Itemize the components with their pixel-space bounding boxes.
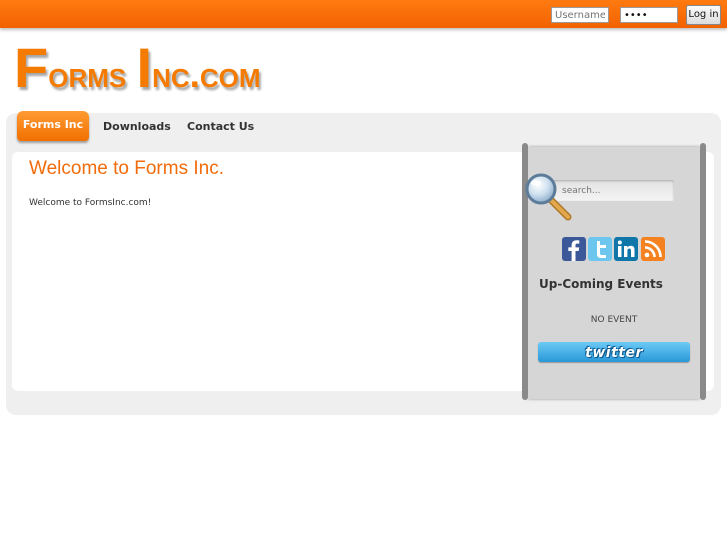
sidebar-rod-right [700,143,706,400]
login-button[interactable]: Log in [686,5,721,25]
linkedin-icon[interactable] [614,237,638,261]
facebook-icon[interactable] [562,237,586,261]
tab-forms-inc[interactable]: Forms Inc [17,111,89,141]
tab-downloads[interactable]: Downloads [103,117,171,137]
username-input[interactable] [551,7,609,23]
logo-text-forms: orms [48,54,137,95]
top-login-bar [0,0,727,28]
twitter-icon[interactable] [588,237,612,261]
events-heading: Up-Coming Events [539,277,663,291]
no-event-text: NO EVENT [590,315,638,325]
rss-icon[interactable] [641,237,665,261]
password-input[interactable] [620,7,678,23]
welcome-text: Welcome to FormsInc.com! [29,198,152,208]
search-icon[interactable] [524,172,574,222]
logo-text-inc: nc.com [152,54,261,95]
tab-contact-us[interactable]: Contact Us [187,117,254,137]
page-title: Welcome to Forms Inc. [29,158,224,179]
twitter-button-label: twitter [585,345,643,361]
logo-initial-i: I [136,36,153,99]
content-area [12,152,532,391]
site-logo[interactable]: Forms Inc.com [14,40,261,103]
twitter-follow-button[interactable]: twitter [538,342,690,362]
logo-initial-f: F [14,36,49,99]
